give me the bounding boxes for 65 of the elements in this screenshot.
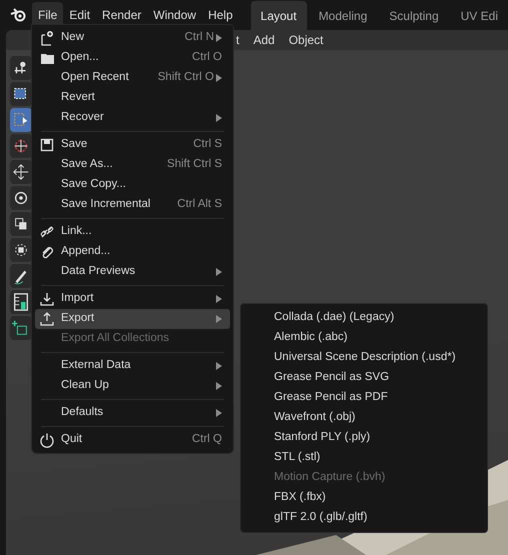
menu-item[interactable]: Save Copy... [35,175,230,195]
workspace-tab[interactable]: UV Edi [450,1,508,30]
menu-item[interactable]: Edit [63,2,96,28]
menu-item[interactable]: Save Incremental Ctrl Alt S [35,195,230,215]
header-menu[interactable]: t [236,31,240,49]
workspace-tab[interactable]: Modeling [308,1,378,30]
workspace-tab[interactable]: Sculpting [379,1,449,30]
menu-label: Import [61,291,95,306]
shortcut-text: Shift Ctrl S [167,157,222,172]
menu-item[interactable]: Revert [35,88,230,108]
menu-label: Recover [61,110,105,126]
menu-item[interactable]: Save As... Shift Ctrl S [35,155,230,175]
menu-item[interactable]: Stanford PLY (.ply) [244,428,484,448]
menu-item[interactable]: New Ctrl N [35,28,230,48]
menu-item[interactable]: Universal Scene Description (.usd*) [244,348,484,368]
menu-item[interactable]: Render [96,2,148,28]
shortcut-text: Ctrl N [184,30,214,46]
workspace-tab[interactable]: Layout [250,1,307,30]
menu-item[interactable]: FBX (.fbx) [244,488,484,508]
menu-label: Open... [61,50,100,66]
menu-label: Save Incremental [61,197,152,212]
menu-label: Data Previews [61,264,136,280]
menu-item[interactable]: Recover [35,108,230,128]
menu-label: Open Recent [61,70,130,86]
menu-item[interactable]: Alembic (.abc) [244,328,484,348]
menu-item[interactable]: Clean Up [35,376,230,396]
menu-item[interactable]: Open Recent Shift Ctrl O [35,68,230,88]
shortcut-text: Ctrl Alt S [177,197,222,212]
menu-item[interactable]: Link... [35,222,230,242]
menu-item[interactable]: Import [35,289,230,309]
menu-item[interactable]: Save Ctrl S [35,135,230,155]
menu-item[interactable]: Help [202,2,239,28]
menu-item[interactable]: Open... Ctrl O [35,48,230,68]
menu-label: Append... [61,244,112,260]
menu-item[interactable]: Wavefront (.obj) [244,408,484,428]
menu-label: Link... [61,224,93,240]
shortcut-text: Ctrl O [192,50,222,66]
menu-label: New [61,30,86,46]
menu-label: Export All Collections [61,331,170,346]
menu-label: Defaults [61,405,104,420]
menu-label: Quit [61,432,84,448]
menu-item[interactable]: External Data [35,356,230,376]
menu-item[interactable]: Collada (.dae) (Legacy) [244,308,484,328]
menu-item[interactable]: glTF 2.0 (.glb/.gltf) [244,508,484,528]
menu-item[interactable]: Data Previews [35,262,230,282]
menu-item[interactable]: Grease Pencil as PDF [244,388,484,408]
menu-item[interactable]: Export [35,309,230,329]
menu-item[interactable]: Grease Pencil as SVG [244,368,484,388]
shortcut-text: Shift Ctrl O [158,70,214,86]
header-menu[interactable]: Object [288,31,324,49]
menu-label: Save As... [61,157,114,172]
menu-item[interactable]: Window [147,2,202,28]
menu-item[interactable]: Append... [35,242,230,262]
menu-item[interactable]: Defaults [35,403,230,423]
shortcut-text: Ctrl Q [192,432,222,448]
header-menu[interactable]: Add [253,31,275,49]
menu-label: External Data [61,358,132,374]
menu-label: Revert [61,90,96,106]
menu-item[interactable]: STL (.stl) [244,448,484,468]
menu-label: Export [61,311,96,326]
menu-item[interactable]: Quit Ctrl Q [35,430,230,450]
shortcut-text: Ctrl S [193,137,222,152]
menu-label: Save [61,137,88,152]
menu-label: Save Copy... [61,177,127,192]
menu-label: Clean Up [61,378,110,394]
